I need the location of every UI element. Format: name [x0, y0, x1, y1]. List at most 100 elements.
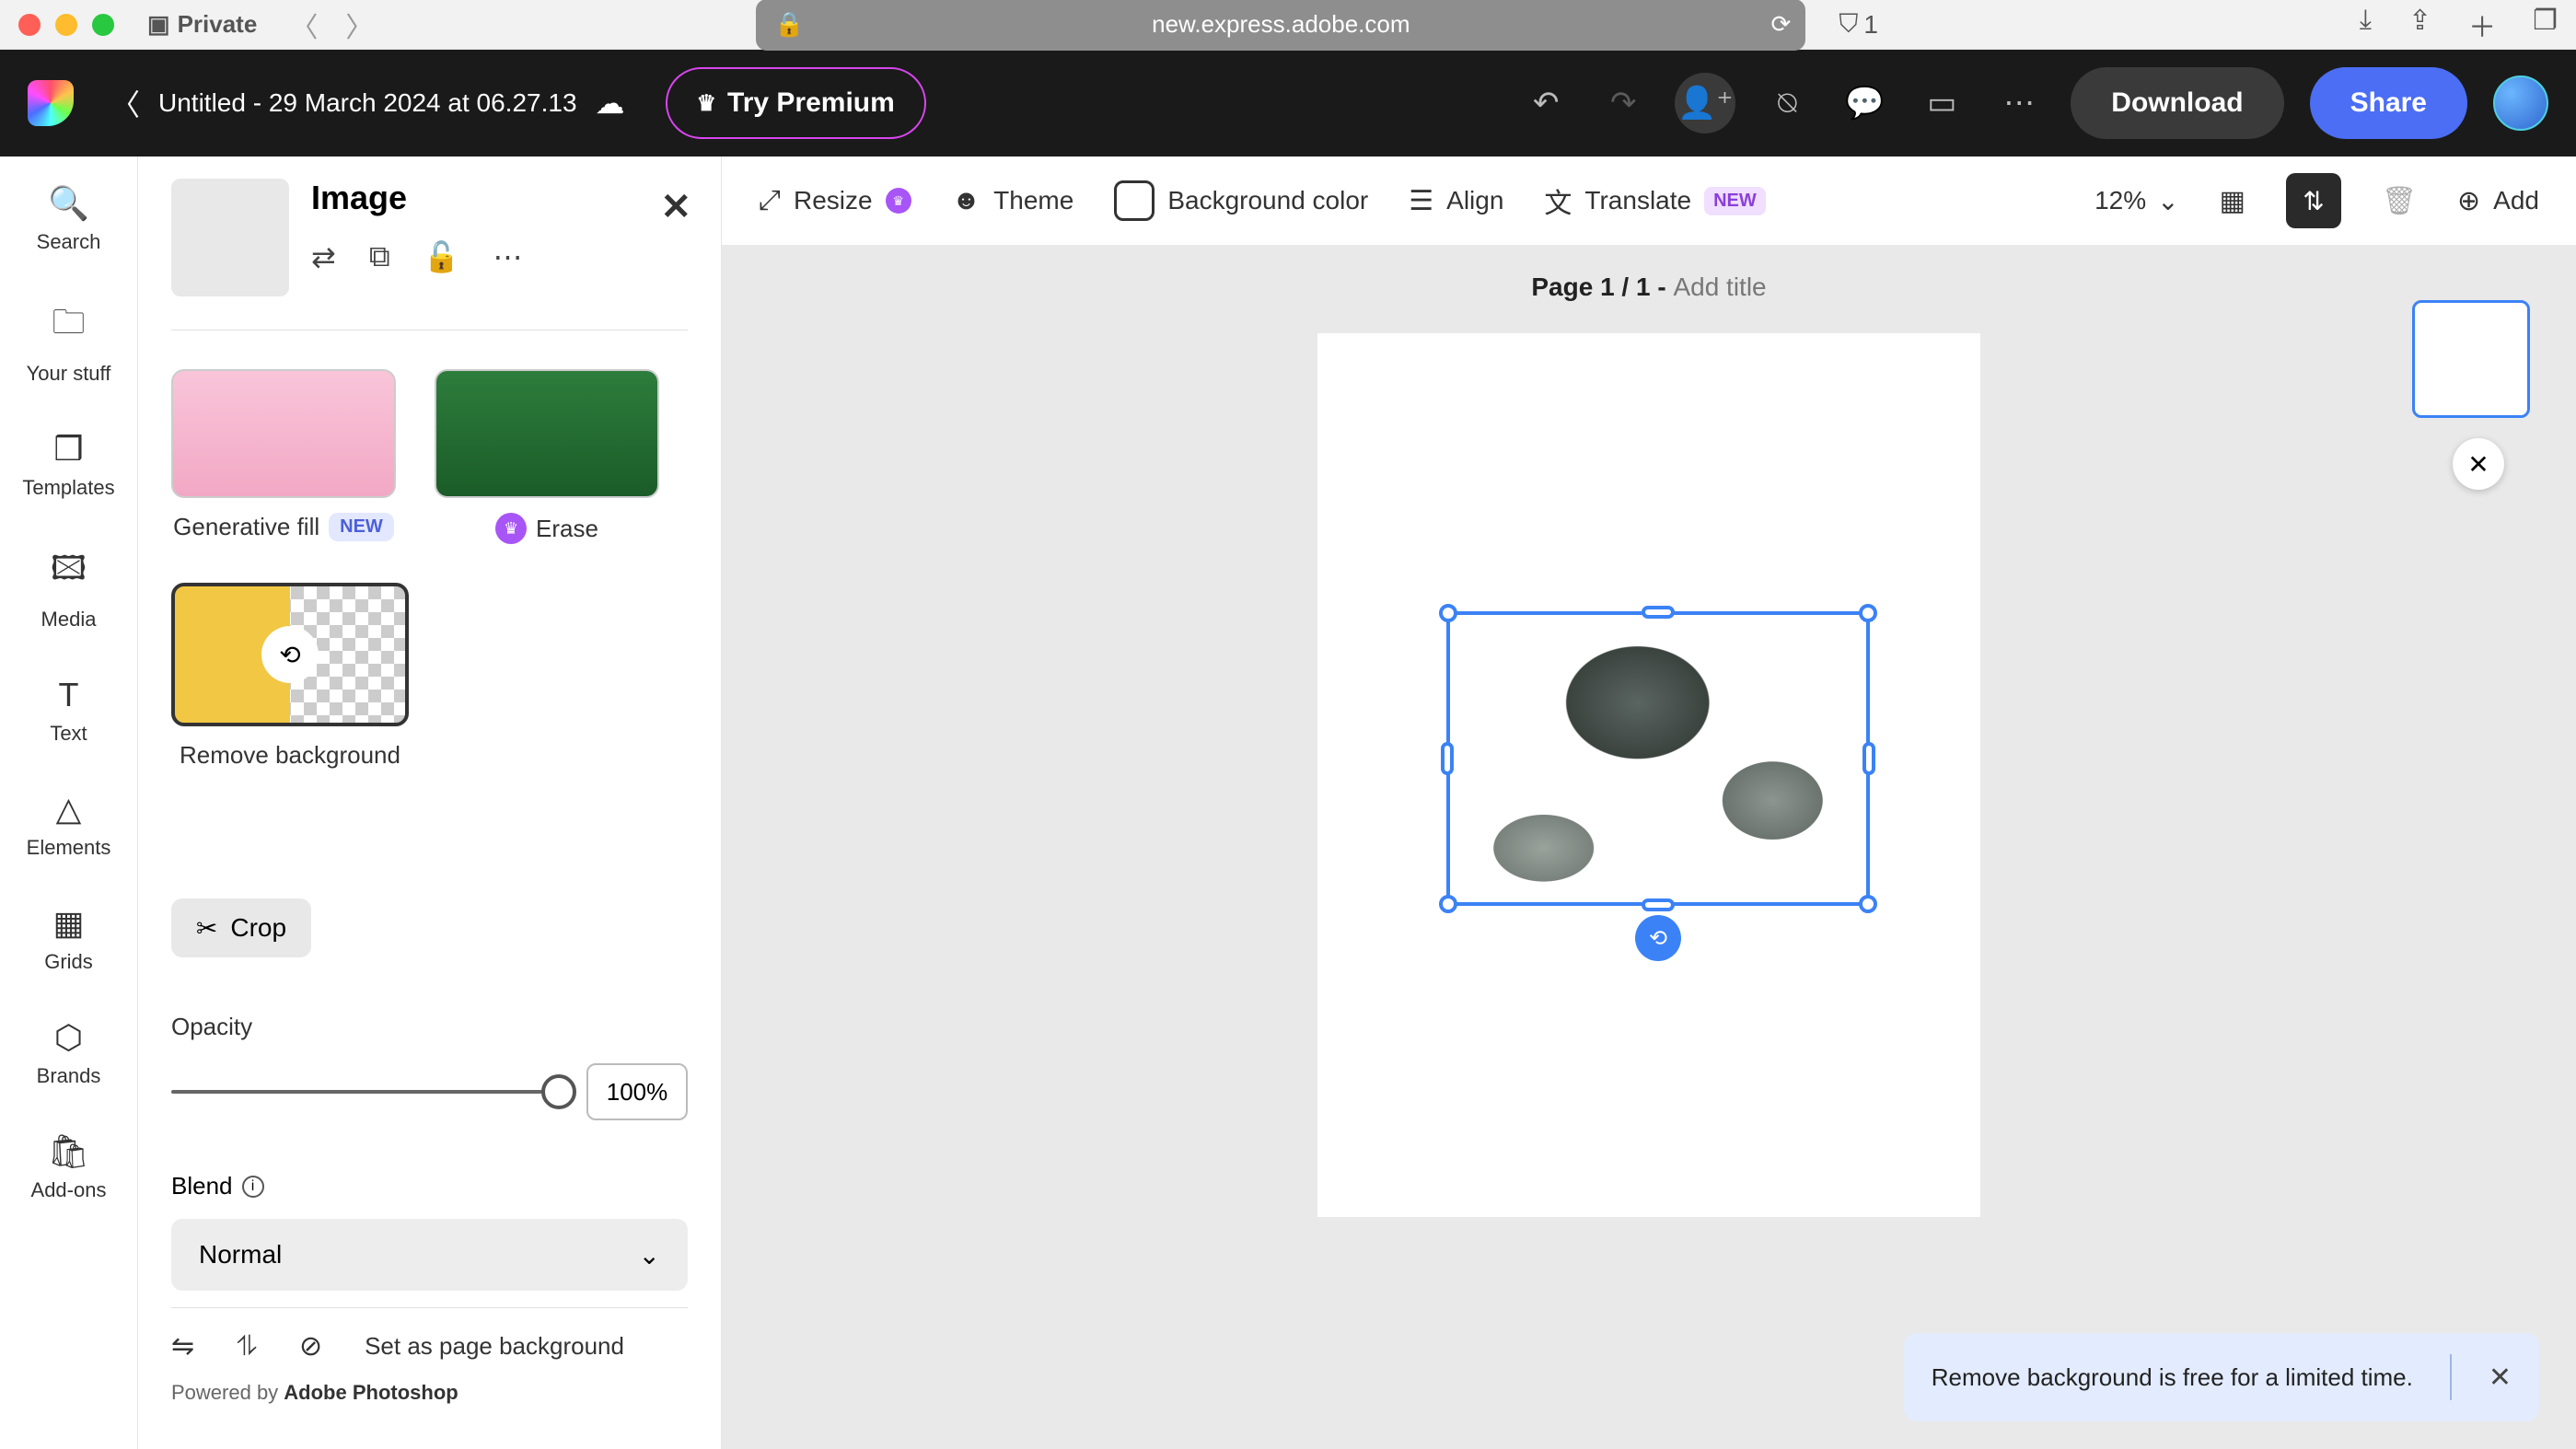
comment-icon[interactable]: 💬: [1839, 77, 1890, 129]
crop-button[interactable]: ✂ Crop: [171, 898, 311, 957]
selection-bounds[interactable]: ⟲: [1446, 611, 1870, 906]
opacity-slider[interactable]: [171, 1090, 559, 1094]
flip-vertical-icon[interactable]: ⥮: [237, 1331, 257, 1362]
rail-addons[interactable]: 🛍Add-ons: [31, 1132, 107, 1202]
opacity-input[interactable]: [586, 1063, 688, 1120]
more-options-icon[interactable]: ⋯: [493, 239, 523, 274]
shield-icon: ⛉: [1839, 9, 1858, 40]
duplicate-icon[interactable]: ⧉: [369, 239, 390, 274]
no-bg-icon[interactable]: ⊘: [299, 1330, 322, 1362]
slider-thumb[interactable]: [541, 1074, 576, 1109]
resize-handle-ml[interactable]: [1441, 742, 1454, 775]
page-label[interactable]: Page 1 / 1 - Add title: [722, 245, 2576, 330]
resize-handle-br[interactable]: [1859, 895, 1877, 913]
browser-chrome: ▣ Private 〈 〉 🔒 new.express.adobe.com ⟳ …: [0, 0, 2576, 50]
rail-label: Media: [41, 608, 97, 632]
redo-icon: ↷: [1597, 77, 1649, 129]
add-title-placeholder[interactable]: Add title: [1673, 272, 1766, 301]
rail-label: Add-ons: [31, 1178, 107, 1202]
toast-close-icon[interactable]: ✕: [2450, 1354, 2512, 1400]
privacy-shield[interactable]: ⛉ 1: [1839, 9, 1878, 40]
more-icon[interactable]: ⋯: [1993, 77, 2045, 129]
remove-bg-circle-icon: ⟲: [261, 626, 319, 683]
blend-mode-value: Normal: [199, 1240, 282, 1269]
info-icon[interactable]: i: [242, 1176, 264, 1198]
remove-background-button[interactable]: ⟲ Remove background: [171, 583, 409, 770]
translate-button[interactable]: 文TranslateNEW: [1544, 180, 1765, 221]
url-text: new.express.adobe.com: [1152, 10, 1410, 39]
resize-handle-tm[interactable]: [1642, 606, 1675, 619]
private-label: Private: [178, 10, 258, 39]
share-label: Share: [2350, 87, 2427, 119]
folder-icon: 🗀: [52, 298, 85, 354]
close-thumbnails-icon[interactable]: ✕: [2453, 438, 2504, 490]
maximize-window-button[interactable]: [92, 14, 114, 36]
zoom-dropdown[interactable]: 12%⌄: [2094, 186, 2179, 216]
try-premium-button[interactable]: ♛ Try Premium: [666, 67, 926, 139]
flip-horizontal-icon[interactable]: ⇋: [171, 1330, 194, 1362]
view-mode-icon[interactable]: ▦: [2220, 185, 2245, 217]
document-title[interactable]: Untitled - 29 March 2024 at 06.27.13: [158, 88, 577, 118]
set-as-page-bg-button[interactable]: Set as page background: [365, 1332, 624, 1361]
resize-icon: ⤢: [759, 185, 781, 216]
avatar[interactable]: [2493, 75, 2548, 131]
powered-by: Powered by Adobe Photoshop: [171, 1381, 688, 1405]
new-tab-icon[interactable]: ＋: [2468, 5, 2496, 45]
layers-icon[interactable]: ⇅: [2286, 173, 2341, 228]
invite-icon[interactable]: 👤⁺: [1675, 73, 1735, 133]
rail-label: Templates: [22, 476, 114, 500]
share-sheet-icon[interactable]: ⇪: [2408, 5, 2431, 45]
close-panel-icon[interactable]: ✕: [660, 186, 691, 228]
present-icon[interactable]: ▭: [1916, 77, 1967, 129]
selected-image[interactable]: [1454, 619, 1862, 898]
rail-search[interactable]: 🔍 Search: [37, 184, 101, 254]
generative-fill-button[interactable]: Generative fillNEW: [171, 369, 396, 544]
rotate-handle[interactable]: ⟲: [1635, 915, 1681, 961]
cloud-sync-icon[interactable]: ☁: [596, 86, 625, 121]
share-button[interactable]: Share: [2310, 67, 2467, 139]
rail-brands[interactable]: ⬡Brands: [37, 1018, 101, 1088]
search-icon: 🔍: [48, 184, 89, 223]
blend-mode-select[interactable]: Normal ⌄: [171, 1219, 688, 1291]
theme-label: Theme: [993, 186, 1073, 215]
rail-text[interactable]: TText: [50, 676, 87, 746]
minimize-window-button[interactable]: [55, 14, 77, 36]
downloads-icon[interactable]: ⤓: [2360, 5, 2372, 45]
rail-label: Search: [37, 230, 101, 254]
unlock-icon[interactable]: 🔓: [424, 239, 460, 274]
rail-templates[interactable]: ❒Templates: [22, 430, 114, 500]
reload-icon[interactable]: ⟳: [1771, 10, 1792, 39]
resize-handle-bm[interactable]: [1642, 898, 1675, 911]
help-icon[interactable]: ⍉: [1761, 77, 1813, 129]
back-button[interactable]: 〈: [110, 82, 140, 124]
resize-handle-mr[interactable]: [1862, 742, 1875, 775]
background-color-button[interactable]: Background color: [1114, 180, 1368, 221]
try-premium-label: Try Premium: [727, 87, 895, 119]
resize-handle-tr[interactable]: [1859, 604, 1877, 622]
adobe-express-logo[interactable]: [28, 80, 74, 126]
toast-notification: Remove background is free for a limited …: [1904, 1333, 2539, 1421]
resize-button[interactable]: ⤢Resize♛: [759, 185, 911, 216]
close-window-button[interactable]: [18, 14, 41, 36]
back-icon[interactable]: 〈: [290, 5, 318, 45]
url-bar[interactable]: 🔒 new.express.adobe.com ⟳: [756, 0, 1805, 51]
tabs-icon[interactable]: ❐: [2533, 5, 2558, 45]
erase-button[interactable]: ♛Erase: [435, 369, 659, 544]
replace-icon[interactable]: ⇄: [311, 239, 336, 274]
add-button[interactable]: ⊕Add: [2457, 185, 2539, 217]
rail-your-stuff[interactable]: 🗀Your stuff: [27, 298, 111, 386]
undo-icon[interactable]: ↶: [1520, 77, 1572, 129]
new-badge: NEW: [329, 513, 394, 541]
resize-handle-bl[interactable]: [1439, 895, 1457, 913]
artboard[interactable]: ⟲: [1317, 333, 1980, 1217]
align-button[interactable]: ☰Align: [1409, 185, 1503, 217]
page-thumbnail[interactable]: [2412, 300, 2530, 418]
download-button[interactable]: Download: [2071, 67, 2283, 139]
rail-media[interactable]: 🖾Media: [41, 544, 97, 632]
theme-button[interactable]: ☻Theme: [952, 185, 1074, 216]
sidebar-icon[interactable]: ▣: [147, 10, 170, 39]
chevron-down-icon: ⌄: [639, 1240, 660, 1270]
rail-elements[interactable]: △Elements: [27, 790, 111, 860]
rail-grids[interactable]: ▦Grids: [44, 904, 93, 974]
resize-handle-tl[interactable]: [1439, 604, 1457, 622]
